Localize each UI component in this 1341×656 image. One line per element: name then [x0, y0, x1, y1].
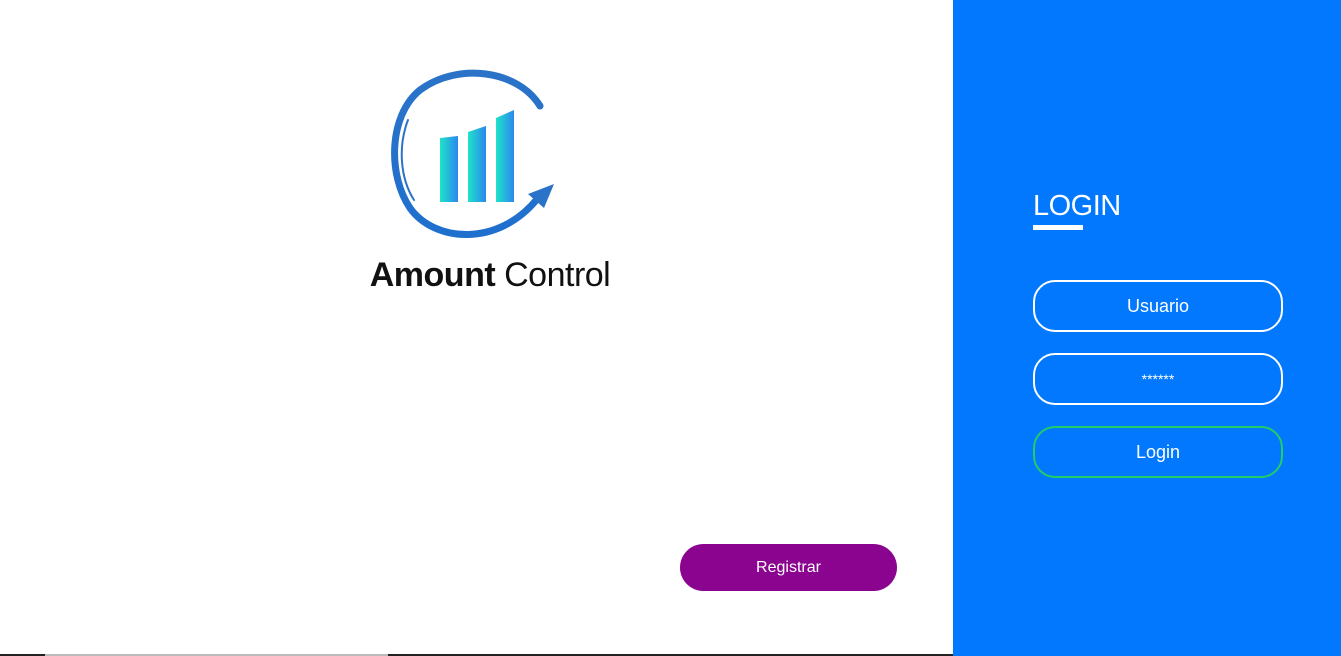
- password-input[interactable]: [1033, 353, 1283, 405]
- register-button[interactable]: Registrar: [680, 544, 897, 591]
- brand-name: Amount Control: [340, 256, 640, 295]
- username-input[interactable]: [1033, 280, 1283, 332]
- login-title: LOGIN: [1033, 190, 1121, 222]
- login-page: Amount Control Registrar LOGIN Login: [0, 0, 1341, 656]
- growth-chart-logo-icon: [391, 69, 554, 238]
- login-button[interactable]: Login: [1033, 426, 1283, 478]
- brand-name-bold: Amount: [369, 256, 496, 294]
- brand-name-light: Control: [504, 256, 611, 294]
- brand-panel: Amount Control Registrar: [0, 0, 953, 656]
- login-title-underline: [1033, 225, 1083, 230]
